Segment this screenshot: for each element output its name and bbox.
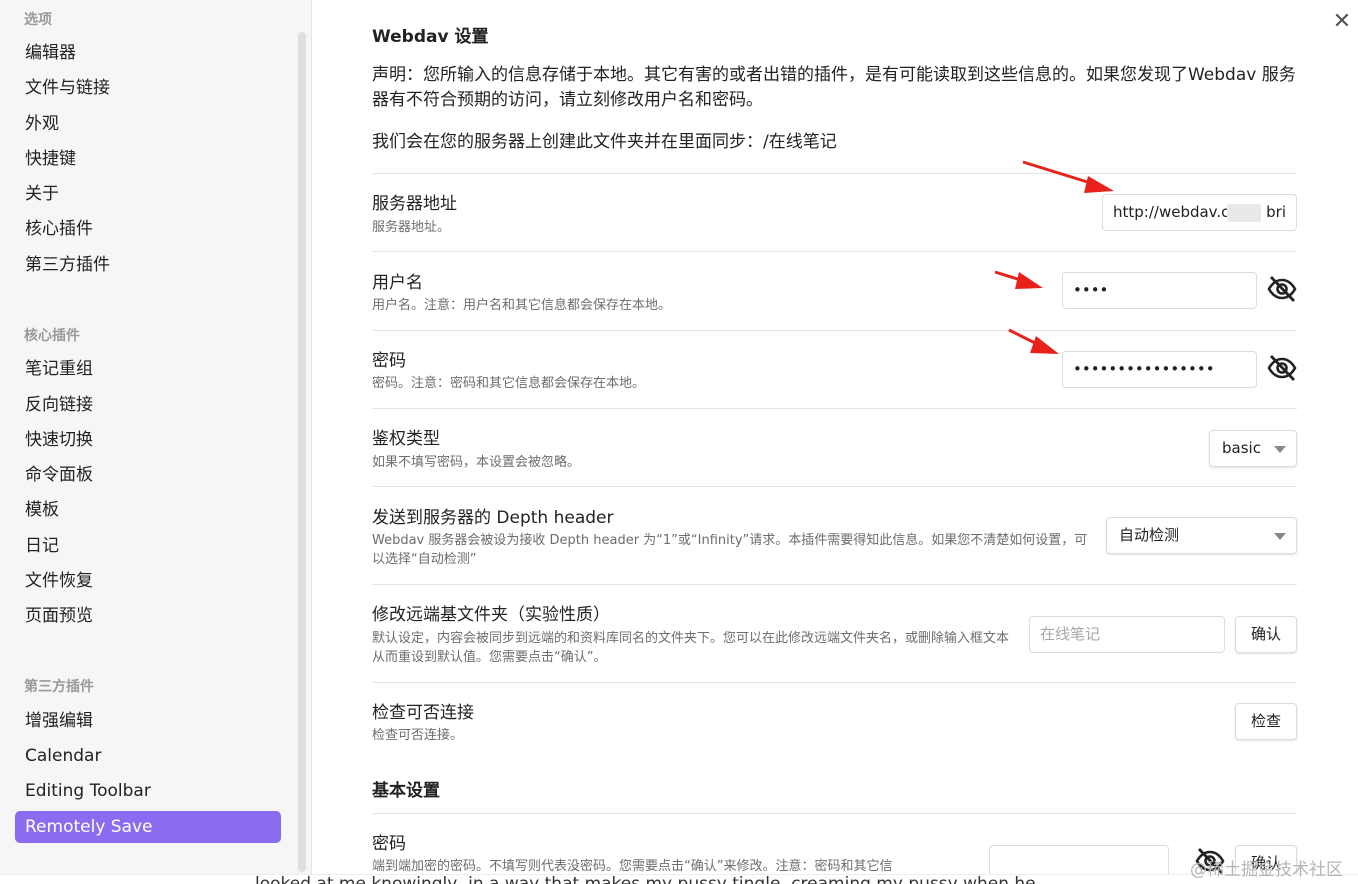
server-address-label: 服务器地址	[372, 194, 457, 214]
sidebar-item-enhanced-editing[interactable]: 增强编辑	[15, 705, 281, 737]
eye-off-icon[interactable]	[1266, 273, 1298, 305]
sidebar-item-templates[interactable]: 模板	[15, 494, 281, 526]
sidebar-item-calendar[interactable]: Calendar	[15, 740, 281, 772]
auth-type-desc: 如果不填写密码，本设置会被忽略。	[372, 455, 581, 470]
remote-base-desc: 默认设定，内容会被同步到远端的和资料库同名的文件夹下。您可以在此修改远端文件夹名…	[372, 631, 1010, 665]
check-connection-label: 检查可否连接	[372, 703, 474, 723]
close-icon[interactable]: ✕	[1330, 10, 1354, 34]
sidebar-item-files-links[interactable]: 文件与链接	[15, 72, 281, 104]
sidebar-item-editing-toolbar[interactable]: Editing Toolbar	[15, 775, 281, 807]
depth-header-select[interactable]: 自动检测	[1106, 517, 1297, 554]
sidebar-item-core-plugins[interactable]: 核心插件	[15, 213, 281, 245]
check-connection-button[interactable]: 检查	[1235, 703, 1297, 740]
sidebar-item-remotely-save[interactable]: Remotely Save	[15, 811, 281, 843]
auth-type-label: 鉴权类型	[372, 429, 440, 449]
disclaimer-text: 声明：您所输入的信息存储于本地。其它有害的或者出错的插件，是有可能读取到这些信息…	[372, 65, 1296, 110]
eye-off-icon[interactable]	[1266, 352, 1298, 384]
sidebar-section-community: 第三方插件	[24, 679, 94, 695]
sidebar-item-community-plugins[interactable]: 第三方插件	[15, 249, 281, 281]
sidebar-item-page-preview[interactable]: 页面预览	[15, 600, 281, 632]
redacted-patch	[1227, 204, 1261, 222]
auth-type-select[interactable]: basic	[1209, 430, 1297, 467]
sidebar-item-quick-switcher[interactable]: 快速切换	[15, 424, 281, 456]
chevron-down-icon	[1274, 446, 1286, 453]
sidebar-item-command-palette[interactable]: 命令面板	[15, 459, 281, 491]
divider	[372, 486, 1297, 487]
sidebar-item-daily-notes[interactable]: 日记	[15, 530, 281, 562]
sidebar-item-appearance[interactable]: 外观	[15, 108, 281, 140]
server-address-tail: bri	[1266, 203, 1286, 221]
sidebar-item-file-recovery[interactable]: 文件恢复	[15, 565, 281, 597]
password-desc: 密码。注意：密码和其它信息都会保存在本地。	[372, 376, 646, 391]
basic-password-label: 密码	[372, 834, 406, 854]
basic-settings-title: 基本设置	[372, 781, 440, 801]
password-label: 密码	[372, 351, 406, 371]
username-desc: 用户名。注意：用户名和其它信息都会保存在本地。	[372, 298, 672, 313]
depth-header-value: 自动检测	[1119, 526, 1180, 544]
folder-note-text: 我们会在您的服务器上创建此文件夹并在里面同步：/在线笔记	[372, 132, 837, 152]
remote-base-confirm-button[interactable]: 确认	[1235, 616, 1297, 653]
divider	[372, 173, 1297, 174]
divider	[372, 330, 1297, 331]
server-address-input[interactable]: http://webdav.c bri	[1102, 194, 1297, 231]
username-input[interactable]: ••••	[1062, 272, 1257, 309]
remote-base-label: 修改远端基文件夹（实验性质）	[372, 605, 610, 625]
settings-sidebar: 选项 编辑器 文件与链接 外观 快捷键 关于 核心插件 第三方插件 核心插件 笔…	[0, 0, 312, 884]
auth-type-value: basic	[1222, 439, 1261, 457]
sidebar-item-hotkeys[interactable]: 快捷键	[15, 143, 281, 175]
sidebar-item-editor[interactable]: 编辑器	[15, 37, 281, 69]
divider	[372, 584, 1297, 585]
divider	[372, 408, 1297, 409]
server-address-value: http://webdav.c	[1113, 203, 1230, 221]
divider	[372, 682, 1297, 683]
check-connection-desc: 检查可否连接。	[372, 728, 464, 743]
username-label: 用户名	[372, 273, 423, 293]
password-input[interactable]: ••••••••••••••••	[1062, 351, 1257, 388]
sidebar-item-backlinks[interactable]: 反向链接	[15, 389, 281, 421]
sidebar-scrollbar[interactable]	[298, 32, 306, 872]
remote-base-input[interactable]: 在线笔记	[1029, 616, 1225, 653]
sidebar-section-options: 选项	[24, 12, 52, 28]
sidebar-item-note-composer[interactable]: 笔记重组	[15, 353, 281, 385]
watermark: @稀土掘金技术社区	[1190, 860, 1343, 880]
webdav-section-title: Webdav 设置	[372, 27, 489, 47]
sidebar-section-core: 核心插件	[24, 328, 80, 344]
divider	[372, 251, 1297, 252]
background-text: looked at me knowingly, in a way that ma…	[255, 874, 1036, 884]
settings-content: Webdav 设置 声明：您所输入的信息存储于本地。其它有害的或者出错的插件，是…	[372, 0, 1297, 884]
divider	[372, 813, 1297, 814]
chevron-down-icon	[1274, 533, 1286, 540]
server-address-desc: 服务器地址。	[372, 220, 451, 235]
sidebar-item-about[interactable]: 关于	[15, 178, 281, 210]
depth-header-label: 发送到服务器的 Depth header	[372, 508, 614, 528]
depth-header-desc: Webdav 服务器会被设为接收 Depth header 为“1”或“Infi…	[372, 533, 1088, 567]
